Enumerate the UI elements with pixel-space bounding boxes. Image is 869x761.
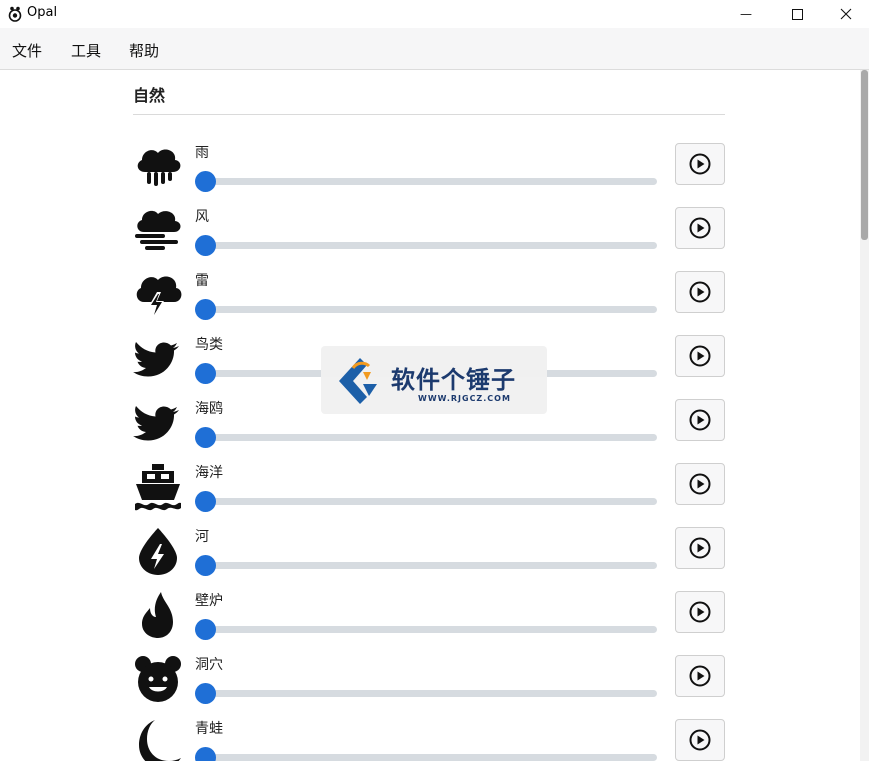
play-icon — [689, 217, 711, 239]
wind-cloud-icon — [135, 210, 181, 250]
volume-slider-thumb[interactable] — [195, 619, 216, 640]
volume-slider-track[interactable] — [203, 754, 657, 761]
volume-slider-track[interactable] — [203, 178, 657, 185]
play-icon — [689, 665, 711, 687]
volume-slider-thumb[interactable] — [195, 363, 216, 384]
volume-slider-track[interactable] — [203, 626, 657, 633]
menu-file[interactable]: 文件 — [12, 40, 42, 61]
play-button[interactable] — [675, 655, 725, 697]
play-icon — [689, 281, 711, 303]
rain-cloud-icon — [137, 149, 181, 186]
play-icon — [689, 537, 711, 559]
play-icon — [689, 345, 711, 367]
sound-row-wind: 风 — [133, 206, 728, 270]
volume-slider-track[interactable] — [203, 242, 657, 249]
section-title: 自然 — [133, 86, 166, 105]
sound-row-thunder: 雷 — [133, 270, 728, 334]
section-divider — [133, 114, 725, 115]
bear-icon — [135, 656, 181, 702]
opal-app-icon — [8, 6, 22, 22]
sound-row-river: 河 — [133, 526, 728, 590]
play-button[interactable] — [675, 719, 725, 761]
volume-slider-track[interactable] — [203, 690, 657, 697]
menu-bar: 文件 工具 帮助 — [0, 28, 869, 70]
sound-row-cave: 洞穴 — [133, 654, 728, 718]
minimize-icon: — — [740, 7, 752, 21]
watermark-brand: 软件个锤子 — [391, 366, 516, 394]
close-button[interactable] — [823, 0, 869, 28]
moon-icon — [139, 720, 181, 761]
menu-help[interactable]: 帮助 — [129, 40, 159, 61]
title-bar: Opal — — [0, 0, 869, 28]
volume-slider-thumb[interactable] — [195, 171, 216, 192]
maximize-icon — [791, 8, 803, 20]
maximize-button[interactable] — [774, 0, 820, 28]
play-button[interactable] — [675, 463, 725, 505]
bird-icon — [133, 342, 179, 377]
sound-label: 海洋 — [195, 465, 223, 481]
volume-slider-thumb[interactable] — [195, 427, 216, 448]
sound-row-frogs: 青蛙 — [133, 718, 728, 761]
sound-label: 壁炉 — [195, 593, 223, 609]
volume-slider-thumb[interactable] — [195, 235, 216, 256]
volume-slider-thumb[interactable] — [195, 683, 216, 704]
play-button[interactable] — [675, 143, 725, 185]
play-button[interactable] — [675, 335, 725, 377]
play-icon — [689, 729, 711, 751]
minimize-button[interactable]: — — [723, 0, 769, 28]
play-icon — [689, 409, 711, 431]
play-button[interactable] — [675, 591, 725, 633]
play-icon — [689, 473, 711, 495]
sound-row-ocean: 海洋 — [133, 462, 728, 526]
sound-label: 鸟类 — [195, 337, 223, 353]
volume-slider-track[interactable] — [203, 306, 657, 313]
window-title: Opal — [27, 5, 58, 20]
play-icon — [689, 153, 711, 175]
bird-icon — [133, 406, 179, 441]
sound-list-panel: 自然 雨 风 雷 鸟类 海鸥 海洋 河 壁炉 洞穴 青蛙 — [0, 70, 860, 761]
play-button[interactable] — [675, 399, 725, 441]
sound-label: 海鸥 — [195, 401, 223, 417]
watermark-url: WWW.RJGCZ.COM — [418, 394, 511, 403]
sound-label: 洞穴 — [195, 657, 223, 673]
play-button[interactable] — [675, 207, 725, 249]
sound-label: 雷 — [195, 273, 209, 289]
sound-label: 河 — [195, 529, 209, 545]
sound-row-fireplace: 壁炉 — [133, 590, 728, 654]
close-icon — [840, 8, 852, 20]
sound-label: 雨 — [195, 145, 209, 161]
water-drop-icon — [139, 528, 177, 575]
volume-slider-track[interactable] — [203, 498, 657, 505]
volume-slider-track[interactable] — [203, 562, 657, 569]
menu-tools[interactable]: 工具 — [71, 40, 101, 61]
sound-row-rain: 雨 — [133, 142, 728, 206]
volume-slider-track[interactable] — [203, 434, 657, 441]
volume-slider-thumb[interactable] — [195, 299, 216, 320]
thunder-cloud-icon — [136, 276, 182, 318]
play-icon — [689, 601, 711, 623]
play-button[interactable] — [675, 527, 725, 569]
sound-label: 风 — [195, 209, 209, 225]
fire-icon — [142, 592, 173, 638]
watermark-logo — [339, 358, 377, 404]
vertical-scrollbar[interactable] — [860, 70, 869, 761]
scrollbar-thumb[interactable] — [861, 70, 868, 240]
volume-slider-thumb[interactable] — [195, 491, 216, 512]
watermark: 软件个锤子 WWW.RJGCZ.COM — [321, 346, 547, 414]
play-button[interactable] — [675, 271, 725, 313]
volume-slider-thumb[interactable] — [195, 555, 216, 576]
sound-label: 青蛙 — [195, 721, 223, 737]
ship-icon — [135, 464, 181, 511]
volume-slider-thumb[interactable] — [195, 747, 216, 761]
